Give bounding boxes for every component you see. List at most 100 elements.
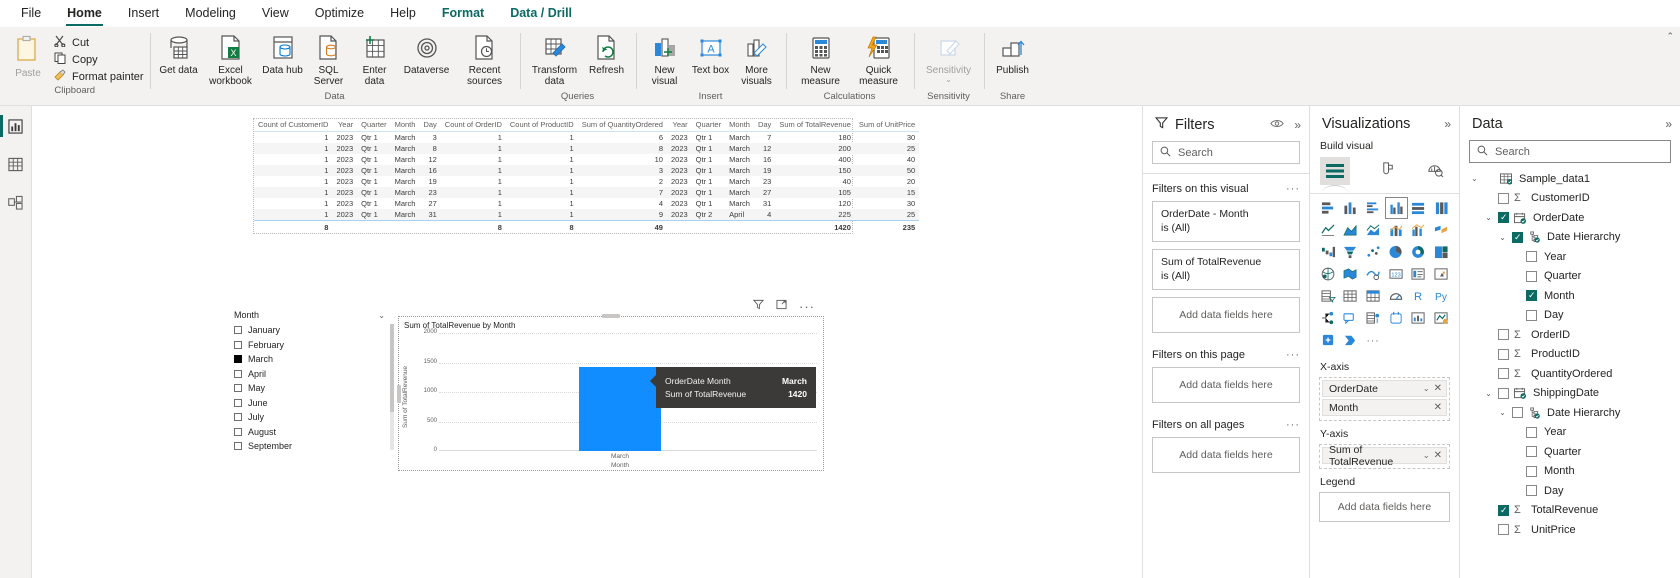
data-tree-node[interactable]: ⌄Quarter (1470, 442, 1680, 462)
data-tree-node[interactable]: ⌄ Date Hierarchy (1470, 228, 1680, 248)
checkbox-icon[interactable] (234, 384, 242, 393)
col-day-2[interactable]: Day (753, 119, 776, 132)
filter-card-orderdate-month[interactable]: OrderDate - Month is (All) (1152, 201, 1300, 242)
new-measure-button[interactable]: New measure (792, 31, 850, 89)
col-month-1[interactable]: Month (390, 119, 420, 132)
table-row[interactable]: 1 2023 Qtr 1 March 23 1 1 7 2023 Qtr 1 March 27 105 1… (254, 187, 920, 198)
add-data-fields-visual-dropzone[interactable]: Add data fields here (1152, 297, 1300, 333)
tab-optimize[interactable]: Optimize (302, 1, 377, 26)
publish-button[interactable]: Publish (990, 31, 1036, 78)
checkbox-icon[interactable] (1526, 309, 1537, 321)
checkbox-icon[interactable] (1526, 485, 1537, 497)
table-row[interactable]: 1 2023 Qtr 1 March 19 1 1 2 2023 Qtr 1 March 23 40 20 (254, 176, 919, 187)
more-visuals-button[interactable]: More visuals (734, 31, 780, 89)
more-options-icon[interactable]: ··· (799, 300, 815, 313)
data-tree-node[interactable]: ⌄ΣUnitPrice (1470, 520, 1680, 540)
line-stacked-column-icon[interactable] (1386, 220, 1407, 240)
field-chip-month[interactable]: Month ✕ (1322, 399, 1447, 416)
excel-workbook-button[interactable]: X Excel workbook (202, 31, 260, 89)
report-canvas[interactable]: Count of CustomerID Year Quarter Month D… (32, 106, 1142, 578)
checkbox-icon[interactable] (1498, 387, 1509, 399)
y-axis-well[interactable]: Sum of TotalRevenue ⌄ ✕ (1319, 444, 1450, 469)
tab-format[interactable]: Format (428, 1, 498, 26)
donut-chart-icon[interactable] (1409, 242, 1430, 262)
checkbox-icon[interactable] (1498, 348, 1509, 360)
col-count-customerid[interactable]: Count of CustomerID (254, 119, 333, 132)
collapse-data-pane-icon[interactable]: » (1665, 117, 1672, 131)
chevron-down-icon[interactable]: ⌄ (1423, 384, 1430, 393)
slicer-scrollbar[interactable] (390, 324, 394, 450)
add-data-fields-page-dropzone[interactable]: Add data fields here (1152, 367, 1300, 403)
clustered-bar-chart-icon[interactable] (1363, 198, 1384, 218)
waterfall-chart-icon[interactable] (1318, 242, 1339, 262)
sql-server-button[interactable]: SQL Server (306, 31, 352, 89)
chevron-down-icon[interactable]: ⌄ (945, 76, 952, 84)
chevron-down-icon[interactable]: ⌄ (1498, 408, 1507, 417)
power-automate-icon[interactable] (1341, 330, 1362, 350)
sensitivity-button[interactable]: Sensitivity ⌄ (920, 31, 978, 86)
field-chip-orderdate[interactable]: OrderDate ⌄ ✕ (1322, 380, 1447, 397)
more-options-icon[interactable]: ··· (1286, 419, 1300, 431)
checkbox-icon[interactable] (1498, 329, 1509, 341)
chevron-down-icon[interactable]: ⌄ (378, 311, 385, 320)
smart-narrative-icon[interactable] (1409, 308, 1430, 328)
col-count-orderid[interactable]: Count of OrderID (440, 119, 506, 132)
checkbox-icon[interactable] (1526, 465, 1537, 477)
col-year-2[interactable]: Year (666, 119, 692, 132)
month-slicer[interactable]: Month ⌄ January February March April May June… (230, 306, 397, 454)
new-visual-button[interactable]: New visual (642, 31, 688, 89)
area-chart-icon[interactable] (1341, 220, 1362, 240)
pie-chart-icon[interactable] (1386, 242, 1407, 262)
matrix-icon[interactable] (1363, 286, 1384, 306)
filters-search-input[interactable]: Search (1152, 141, 1300, 164)
tab-home[interactable]: Home (54, 1, 115, 26)
power-apps-icon[interactable] (1318, 330, 1339, 350)
stacked-column-chart-icon[interactable] (1341, 198, 1362, 218)
checkbox-icon[interactable] (1526, 251, 1537, 263)
data-search-input[interactable]: Search (1469, 140, 1671, 163)
tab-data-drill[interactable]: Data / Drill (497, 1, 586, 26)
tab-modeling[interactable]: Modeling (172, 1, 249, 26)
r-script-visual-icon[interactable]: R (1409, 286, 1430, 306)
gauge-icon[interactable] (1386, 286, 1407, 306)
stacked-area-chart-icon[interactable] (1363, 220, 1384, 240)
data-tree-node[interactable]: ⌄Quarter (1470, 267, 1680, 287)
quick-measure-button[interactable]: Quick measure (850, 31, 908, 89)
map-icon[interactable] (1318, 264, 1339, 284)
analytics-tab[interactable] (1427, 161, 1444, 181)
add-data-fields-all-pages-dropzone[interactable]: Add data fields here (1152, 437, 1300, 473)
checkbox-icon[interactable] (234, 427, 242, 436)
checkbox-icon[interactable] (1526, 270, 1537, 282)
build-visual-tab[interactable] (1320, 157, 1350, 185)
sidebar-item-report-view[interactable] (0, 114, 31, 138)
tab-help[interactable]: Help (377, 1, 429, 26)
chevron-down-icon[interactable]: ⌄ (1484, 213, 1493, 222)
data-tree-node[interactable]: ⌄Year (1470, 423, 1680, 443)
scatter-chart-icon[interactable] (1363, 242, 1384, 262)
tab-view[interactable]: View (249, 1, 302, 26)
copy-button[interactable]: Copy (54, 51, 144, 68)
chevron-down-icon[interactable]: ⌄ (1484, 389, 1493, 398)
slicer-item[interactable]: March (234, 352, 395, 367)
filled-map-icon[interactable] (1341, 264, 1362, 284)
chevron-down-icon[interactable]: ⌄ (1423, 451, 1430, 460)
table-row[interactable]: 1 2023 Qtr 1 March 16 1 1 3 2023 Qtr 1 March 19 150 5… (254, 165, 920, 176)
format-visual-tab[interactable] (1380, 161, 1397, 181)
table-visual[interactable]: Count of CustomerID Year Quarter Month D… (253, 118, 920, 234)
table-row[interactable]: 1 2023 Qtr 1 March 12 1 1 10 2023 Qtr 1 March 16 400… (254, 154, 919, 165)
filter-card-sum-totalrevenue[interactable]: Sum of TotalRevenue is (All) (1152, 249, 1300, 290)
table-row[interactable]: 1 2023 Qtr 1 March 27 1 1 4 2023 Qtr 1 March 31 120 3… (254, 198, 919, 209)
data-tree-node[interactable]: ⌄ΣProductID (1470, 345, 1680, 365)
legend-well-dropzone[interactable]: Add data fields here (1319, 492, 1450, 522)
slicer-item[interactable]: January (234, 323, 395, 338)
tab-file[interactable]: File (8, 1, 54, 26)
col-year-1[interactable]: Year (332, 119, 358, 132)
table-row[interactable]: 1 2023 Qtr 1 March 8 1 1 8 2023 Qtr 1 March 12 200 25 (254, 143, 920, 154)
data-tree-node[interactable]: ⌄Day (1470, 481, 1680, 501)
refresh-button[interactable]: Refresh (584, 31, 630, 78)
slicer-item[interactable]: June (234, 396, 395, 411)
data-tree-node[interactable]: ⌄ Date Hierarchy (1470, 403, 1680, 423)
checkbox-icon[interactable] (1526, 289, 1537, 302)
data-tree-node[interactable]: ⌄Day (1470, 306, 1680, 326)
checkbox-icon[interactable] (234, 442, 242, 451)
